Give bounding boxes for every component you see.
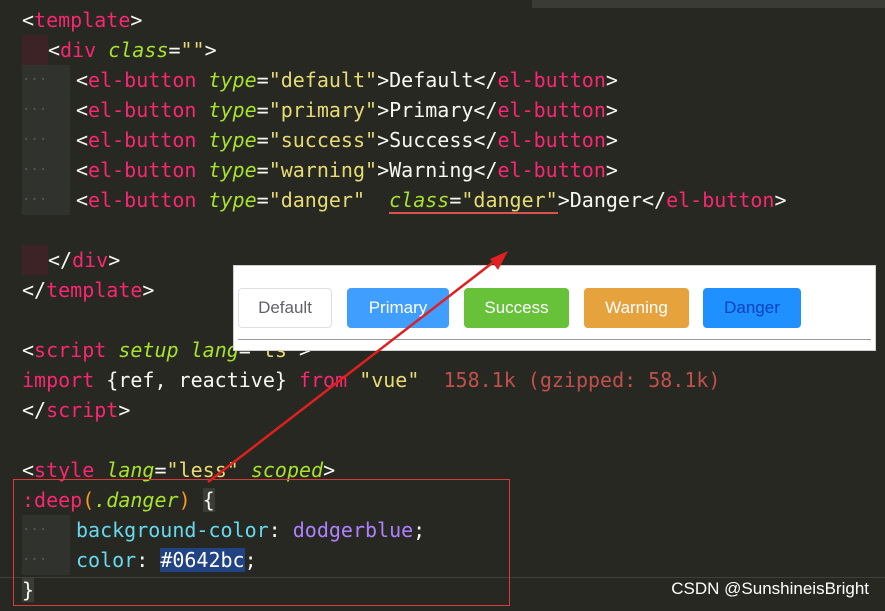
annotation-arrow [207, 251, 508, 483]
watermark: CSDN @SunshineisBright [671, 579, 869, 598]
